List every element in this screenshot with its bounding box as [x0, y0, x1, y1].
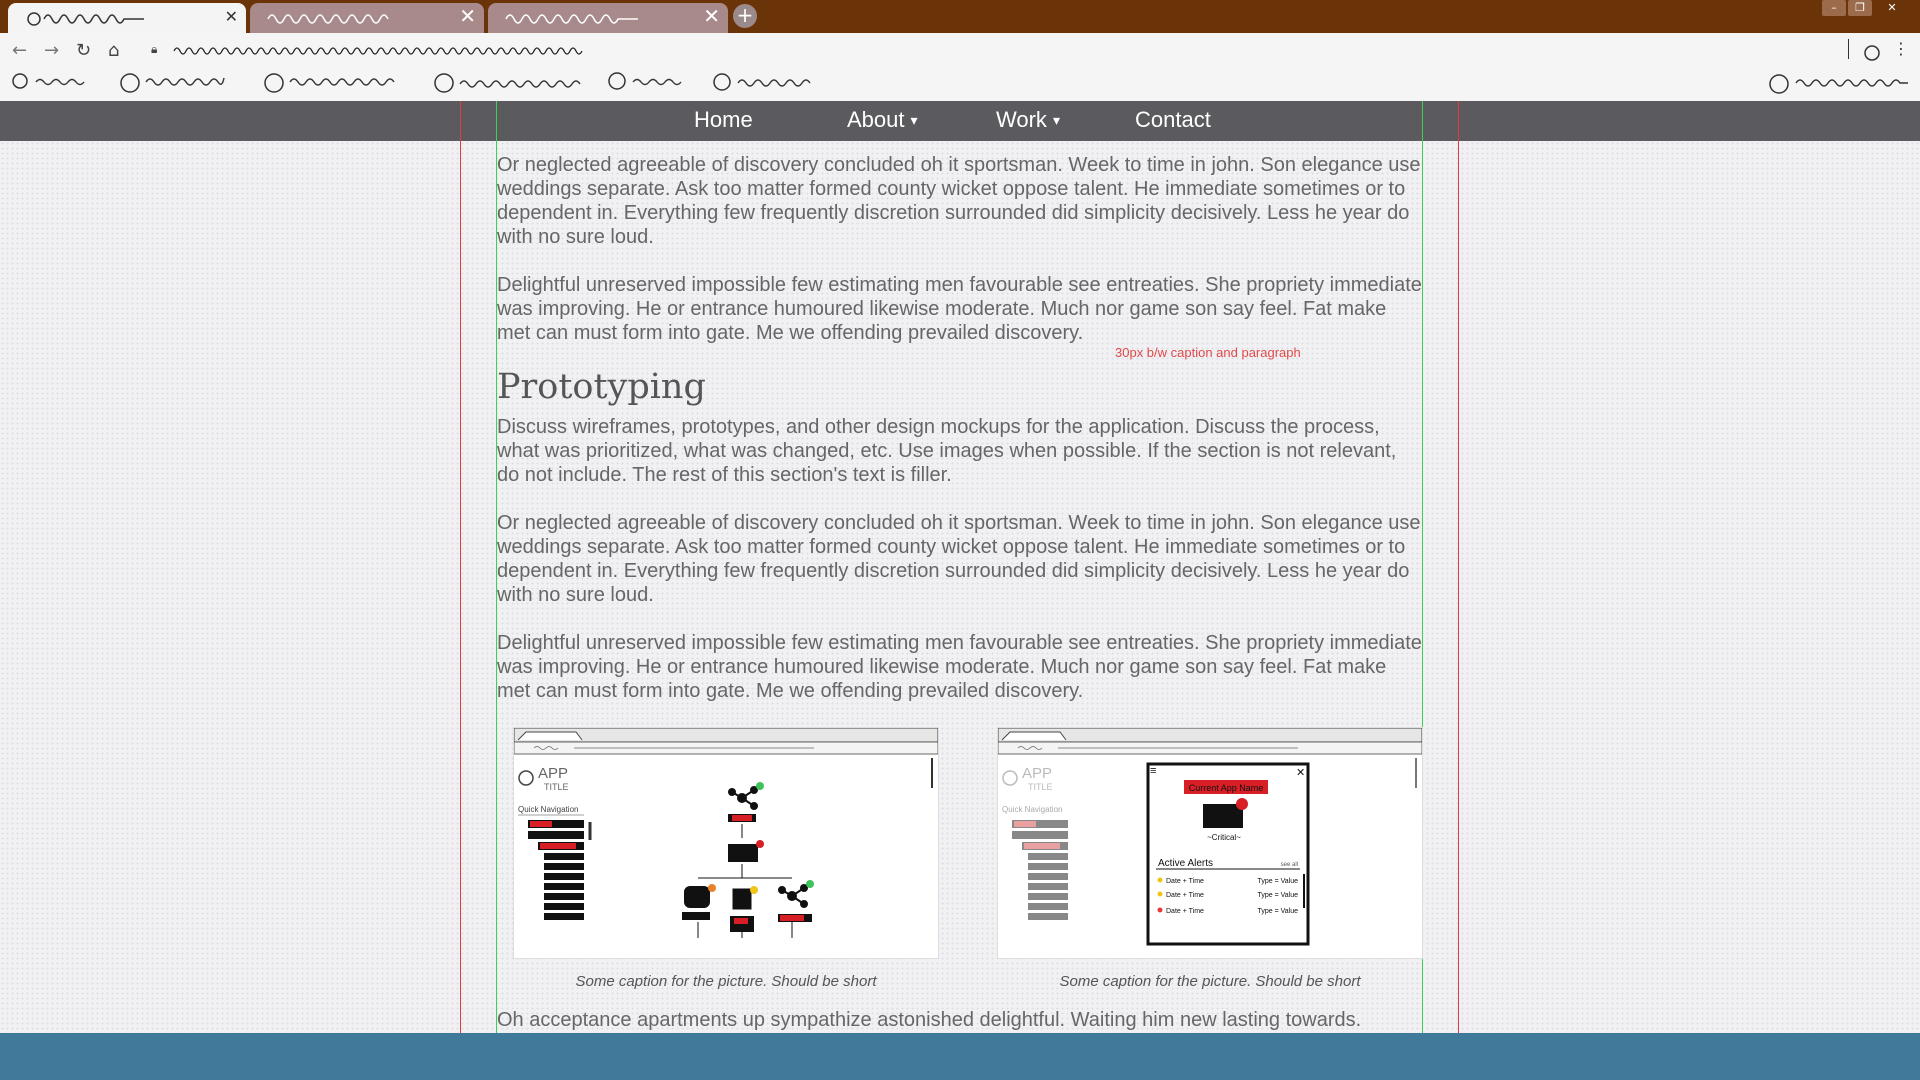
- nav-contact-label: Contact: [1135, 107, 1211, 132]
- url-input[interactable]: [172, 43, 612, 59]
- window-close-icon[interactable]: ✕: [1880, 0, 1904, 16]
- tab-close-icon[interactable]: ✕: [459, 4, 476, 28]
- bookmark-item[interactable]: [118, 69, 238, 101]
- chevron-down-icon: ▾: [910, 112, 918, 128]
- wireframe-drawing: APP TITLE Quick Navigation: [514, 728, 938, 938]
- hamburger-icon: ≡: [1150, 765, 1156, 777]
- toolbar-divider: [1848, 39, 1849, 59]
- mock-nav-label: Quick Navigation: [1002, 805, 1062, 814]
- alert-row-right: Type = Value: [1257, 878, 1298, 885]
- alerts-see-all-link: see all: [1281, 862, 1298, 868]
- bookmark-item[interactable]: [262, 69, 407, 101]
- figure-caption: Some caption for the picture. Should be …: [1059, 973, 1361, 990]
- back-arrow-icon[interactable]: ←: [12, 40, 27, 61]
- wireframe-image-topology: APP TITLE Quick Navigation: [513, 727, 939, 959]
- restore-icon[interactable]: ❐: [1848, 0, 1872, 16]
- browser-tab-bar: ✕ ✕ ✕ + – ❐ ✕: [0, 0, 1920, 33]
- mock-nav-label: Quick Navigation: [518, 805, 578, 814]
- paragraph: Delightful unreserved impossible few est…: [497, 632, 1422, 702]
- close-icon: ✕: [1296, 767, 1305, 779]
- tab-title-scribble: [505, 14, 638, 24]
- figure-caption: Some caption for the picture. Should be …: [575, 973, 877, 990]
- bookmark-item[interactable]: [432, 69, 592, 101]
- wireframe-drawing: APP TITLE Quick Navigation: [998, 728, 1422, 946]
- alert-row-left: Date + Time: [1166, 892, 1204, 899]
- tab-close-icon[interactable]: ✕: [225, 7, 238, 26]
- alerts-heading: Active Alerts: [1158, 858, 1213, 869]
- section-heading: Prototyping: [497, 367, 706, 407]
- nav-work-label: Work: [996, 107, 1047, 132]
- address-bar-row: ← → ↻ ⌂ 🔒︎ ⋮: [0, 33, 1920, 69]
- lock-icon: 🔒︎: [151, 42, 158, 56]
- article-content: Or neglected agreeable of discovery conc…: [497, 153, 1423, 1033]
- figure: APP TITLE Quick Navigation: [997, 727, 1423, 990]
- bookmarks-bar: [0, 69, 1920, 101]
- alert-row-right: Type = Value: [1257, 892, 1298, 899]
- paragraph: Or neglected agreeable of discovery conc…: [497, 512, 1421, 606]
- paragraph: Delightful unreserved impossible few est…: [497, 274, 1422, 344]
- wireframe-image-alerts: APP TITLE Quick Navigation ✕ ≡ Current A…: [997, 727, 1423, 959]
- layout-guide-red-left: [460, 101, 461, 1033]
- layout-guide-red-right: [1458, 101, 1459, 1033]
- home-icon[interactable]: ⌂: [108, 40, 119, 61]
- browser-tab[interactable]: ✕: [488, 3, 728, 33]
- mock-app-subtitle: TITLE: [544, 782, 569, 792]
- bottom-bar: [0, 1033, 1920, 1080]
- browser-tab-active[interactable]: ✕: [8, 3, 246, 33]
- bookmark-item[interactable]: [710, 69, 825, 101]
- nav-about-label: About: [847, 107, 905, 132]
- new-tab-button[interactable]: +: [733, 4, 757, 28]
- reload-icon[interactable]: ↻: [76, 40, 91, 61]
- chevron-down-icon: ▾: [1052, 112, 1060, 128]
- figure: APP TITLE Quick Navigation: [513, 727, 939, 990]
- forward-arrow-icon[interactable]: →: [44, 40, 59, 61]
- nav-home-label: Home: [694, 107, 753, 132]
- paragraph: Discuss wireframes, prototypes, and othe…: [497, 416, 1397, 486]
- site-navigation: Home About ▾ Work ▾ Contact: [0, 101, 1920, 141]
- nav-home[interactable]: Home: [694, 107, 753, 133]
- nav-work[interactable]: Work ▾: [996, 107, 1060, 133]
- tab-title-scribble: [27, 12, 144, 26]
- mock-app-title: APP: [538, 765, 568, 782]
- alert-row-right: Type = Value: [1257, 908, 1298, 915]
- alert-row-left: Date + Time: [1166, 908, 1204, 915]
- modal-title: Current App Name: [1189, 783, 1264, 793]
- tab-title-scribble: [267, 14, 389, 24]
- minimize-icon[interactable]: –: [1822, 0, 1846, 16]
- bookmark-item[interactable]: [8, 69, 103, 101]
- bookmark-item[interactable]: [605, 69, 700, 101]
- profile-icon[interactable]: [1862, 43, 1882, 63]
- nav-about[interactable]: About ▾: [847, 107, 918, 133]
- nav-contact[interactable]: Contact: [1135, 107, 1211, 133]
- browser-tab[interactable]: ✕: [250, 3, 484, 33]
- mock-app-subtitle: TITLE: [1028, 782, 1053, 792]
- paragraph: Or neglected agreeable of discovery conc…: [497, 154, 1421, 248]
- spacing-annotation: 30px b/w caption and paragraph: [1115, 345, 1301, 360]
- bookmark-item-other[interactable]: [1766, 69, 1916, 101]
- webpage-viewport: Home About ▾ Work ▾ Contact Or neglected a…: [0, 101, 1920, 1033]
- menu-kebab-icon[interactable]: ⋮: [1893, 39, 1909, 58]
- paragraph: Oh acceptance apartments up sympathize a…: [497, 1009, 1362, 1031]
- modal-status: ~Critical~: [1207, 833, 1241, 842]
- tab-close-icon[interactable]: ✕: [703, 4, 720, 28]
- alert-row-left: Date + Time: [1166, 878, 1204, 885]
- figure-row: APP TITLE Quick Navigation Some caption …: [513, 727, 1423, 990]
- mock-app-title: APP: [1022, 765, 1052, 782]
